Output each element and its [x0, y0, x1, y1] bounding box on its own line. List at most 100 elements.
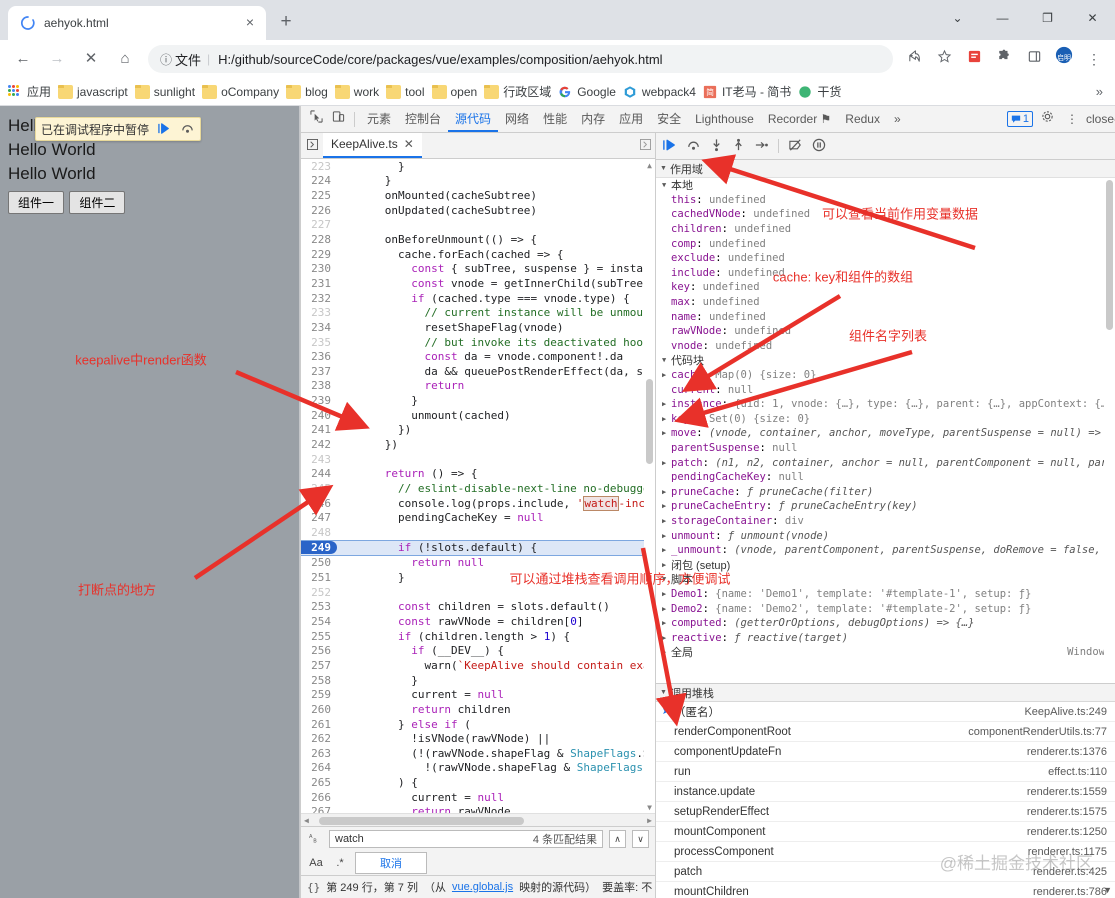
scope-row[interactable]: children: undefined: [656, 222, 1115, 237]
line-number[interactable]: 223: [301, 159, 337, 173]
component-one-button[interactable]: 组件一: [8, 191, 65, 214]
line-number[interactable]: 243: [301, 452, 337, 466]
code-line[interactable]: 262 !isVNode(rawVNode) ||: [301, 731, 655, 746]
line-number[interactable]: 240: [301, 408, 337, 422]
share-icon[interactable]: [901, 46, 927, 72]
more-tabs-icon[interactable]: [635, 138, 655, 153]
forward-button[interactable]: →: [43, 45, 71, 73]
code-line[interactable]: 258 }: [301, 673, 655, 688]
tab-close-icon[interactable]: ×: [242, 15, 258, 31]
code-line[interactable]: 233 // current instance will be unmounte…: [301, 305, 655, 320]
scope-row[interactable]: ▶ patch: (n1, n2, container, anchor = nul…: [656, 455, 1115, 470]
chevron-right-icon[interactable]: ▶: [662, 605, 671, 613]
code-line[interactable]: 256 if (__DEV__) {: [301, 644, 655, 659]
code-line[interactable]: 253 const children = slots.default(): [301, 600, 655, 615]
code-line[interactable]: 249 if (!slots.default) {: [301, 539, 655, 556]
scope-row[interactable]: exclude: undefined: [656, 251, 1115, 266]
line-number[interactable]: 242: [301, 437, 337, 451]
chevron-right-icon[interactable]: ▶: [662, 502, 671, 510]
code-line[interactable]: 240 unmount(cached): [301, 408, 655, 423]
callstack-section-header[interactable]: ▼ 调用堆栈: [656, 683, 1115, 702]
bookmark-blog[interactable]: blog: [286, 84, 328, 99]
code-line[interactable]: 227: [301, 218, 655, 233]
code-line[interactable]: 263 (!(rawVNode.shapeFlag & ShapeFlags.S…: [301, 746, 655, 761]
callstack-frame[interactable]: mountComponent renderer.ts:1250: [656, 822, 1115, 842]
bookmark-work[interactable]: work: [334, 84, 379, 99]
chevron-right-icon[interactable]: ▶: [662, 459, 671, 467]
line-number[interactable]: 254: [301, 615, 337, 629]
code-line[interactable]: 236 const da = vnode.component!.da: [301, 349, 655, 364]
file-tab-close-icon[interactable]: ✕: [404, 132, 414, 157]
scope-tree[interactable]: ▼ 本地 this: undefined cachedVNode: undefined…: [656, 178, 1115, 683]
chevron-right-icon[interactable]: ▶: [662, 532, 671, 540]
code-line[interactable]: 264 !(rawVNode.shapeFlag & ShapeFlags.SU…: [301, 761, 655, 776]
bookmark-ocompany[interactable]: oCompany: [202, 84, 279, 99]
line-number[interactable]: 264: [301, 761, 337, 775]
scope-row[interactable]: comp: undefined: [656, 236, 1115, 251]
line-number[interactable]: 258: [301, 673, 337, 687]
tab-application[interactable]: 应用: [612, 106, 650, 132]
extension-red-icon[interactable]: [961, 46, 987, 72]
scrollbar-thumb[interactable]: [319, 817, 524, 825]
tab-recorder[interactable]: Recorder ⚑: [761, 106, 838, 132]
scope-group[interactable]: ▼ 本地: [656, 178, 1115, 193]
line-number[interactable]: 252: [301, 585, 337, 599]
scope-row[interactable]: ▶ storageContainer: div: [656, 514, 1115, 529]
tab-performance[interactable]: 性能: [536, 106, 574, 132]
code-line[interactable]: 234 resetShapeFlag(vnode): [301, 320, 655, 335]
code-line[interactable]: 238 return: [301, 379, 655, 394]
kebab-menu-icon[interactable]: ⋮: [1061, 108, 1083, 130]
code-line[interactable]: 231 const vnode = getInnerChild(subTree): [301, 276, 655, 291]
scope-row[interactable]: ▶ keys: Set(0) {size: 0}: [656, 412, 1115, 427]
chevron-right-icon[interactable]: ▶: [662, 429, 671, 437]
code-line[interactable]: 242 }): [301, 437, 655, 452]
bookmarks-overflow-icon[interactable]: »: [1096, 84, 1107, 99]
line-number[interactable]: 231: [301, 276, 337, 290]
regex-toggle[interactable]: .*: [331, 857, 349, 869]
resume-script-icon[interactable]: [662, 138, 677, 154]
pretty-print-icon[interactable]: {}: [307, 881, 320, 894]
code-line[interactable]: 232 if (cached.type === vnode.type) {: [301, 291, 655, 306]
bookmark-tool[interactable]: tool: [386, 84, 425, 99]
line-number[interactable]: 245: [301, 481, 337, 495]
scope-scrollbar[interactable]: [1104, 178, 1115, 683]
scope-row[interactable]: ▶ Demo1: {name: 'Demo1', template: '#temp…: [656, 587, 1115, 602]
line-number[interactable]: 226: [301, 203, 337, 217]
callstack-frame[interactable]: renderComponentRoot componentRenderUtils.…: [656, 722, 1115, 742]
line-number[interactable]: 255: [301, 629, 337, 643]
bookmark-ganhuo[interactable]: 干货: [798, 83, 841, 100]
line-number[interactable]: 235: [301, 335, 337, 349]
code-line[interactable]: 254 const rawVNode = children[0]: [301, 614, 655, 629]
tab-redux[interactable]: Redux: [838, 106, 887, 132]
line-number[interactable]: 234: [301, 320, 337, 334]
line-number[interactable]: 249: [301, 541, 337, 555]
deactivate-breakpoints-icon[interactable]: [788, 138, 803, 154]
address-bar[interactable]: ⓘ 文件 | H:/github/sourceCode/core/package…: [148, 45, 893, 73]
scope-row[interactable]: ▶ cache: Map(0) {size: 0}: [656, 368, 1115, 383]
code-editor[interactable]: 223 } 224 } 225 onMounted(cacheSubtree) 226…: [301, 159, 655, 826]
line-number[interactable]: 227: [301, 218, 337, 232]
code-line[interactable]: 266 current = null: [301, 790, 655, 805]
find-input[interactable]: watch 4 条匹配结果: [329, 830, 603, 848]
chevron-right-icon[interactable]: ▶: [662, 634, 671, 642]
line-number[interactable]: 229: [301, 247, 337, 261]
window-maximize-button[interactable]: ❐: [1025, 2, 1070, 34]
tab-elements[interactable]: 元素: [360, 106, 398, 132]
chevron-right-icon[interactable]: ▶: [662, 517, 671, 525]
scope-group[interactable]: ▶ 全局 Window: [656, 645, 1115, 660]
source-map-link[interactable]: vue.global.js: [452, 881, 513, 893]
scroll-down-icon[interactable]: ▼: [645, 803, 654, 812]
scrollbar-thumb[interactable]: [646, 379, 653, 464]
line-number[interactable]: 259: [301, 688, 337, 702]
scope-row[interactable]: pendingCacheKey: null: [656, 470, 1115, 485]
code-line[interactable]: 259 current = null: [301, 687, 655, 702]
callstack-frame[interactable]: componentUpdateFn renderer.ts:1376: [656, 742, 1115, 762]
gear-icon[interactable]: [1036, 108, 1058, 130]
code-line[interactable]: 265 ) {: [301, 775, 655, 790]
scope-row[interactable]: ▶ unmount: ƒ unmount(vnode): [656, 528, 1115, 543]
line-number[interactable]: 232: [301, 291, 337, 305]
chevron-right-icon[interactable]: ▶: [662, 590, 671, 598]
line-number[interactable]: 224: [301, 174, 337, 188]
line-number[interactable]: 225: [301, 189, 337, 203]
new-tab-button[interactable]: +: [272, 9, 300, 37]
